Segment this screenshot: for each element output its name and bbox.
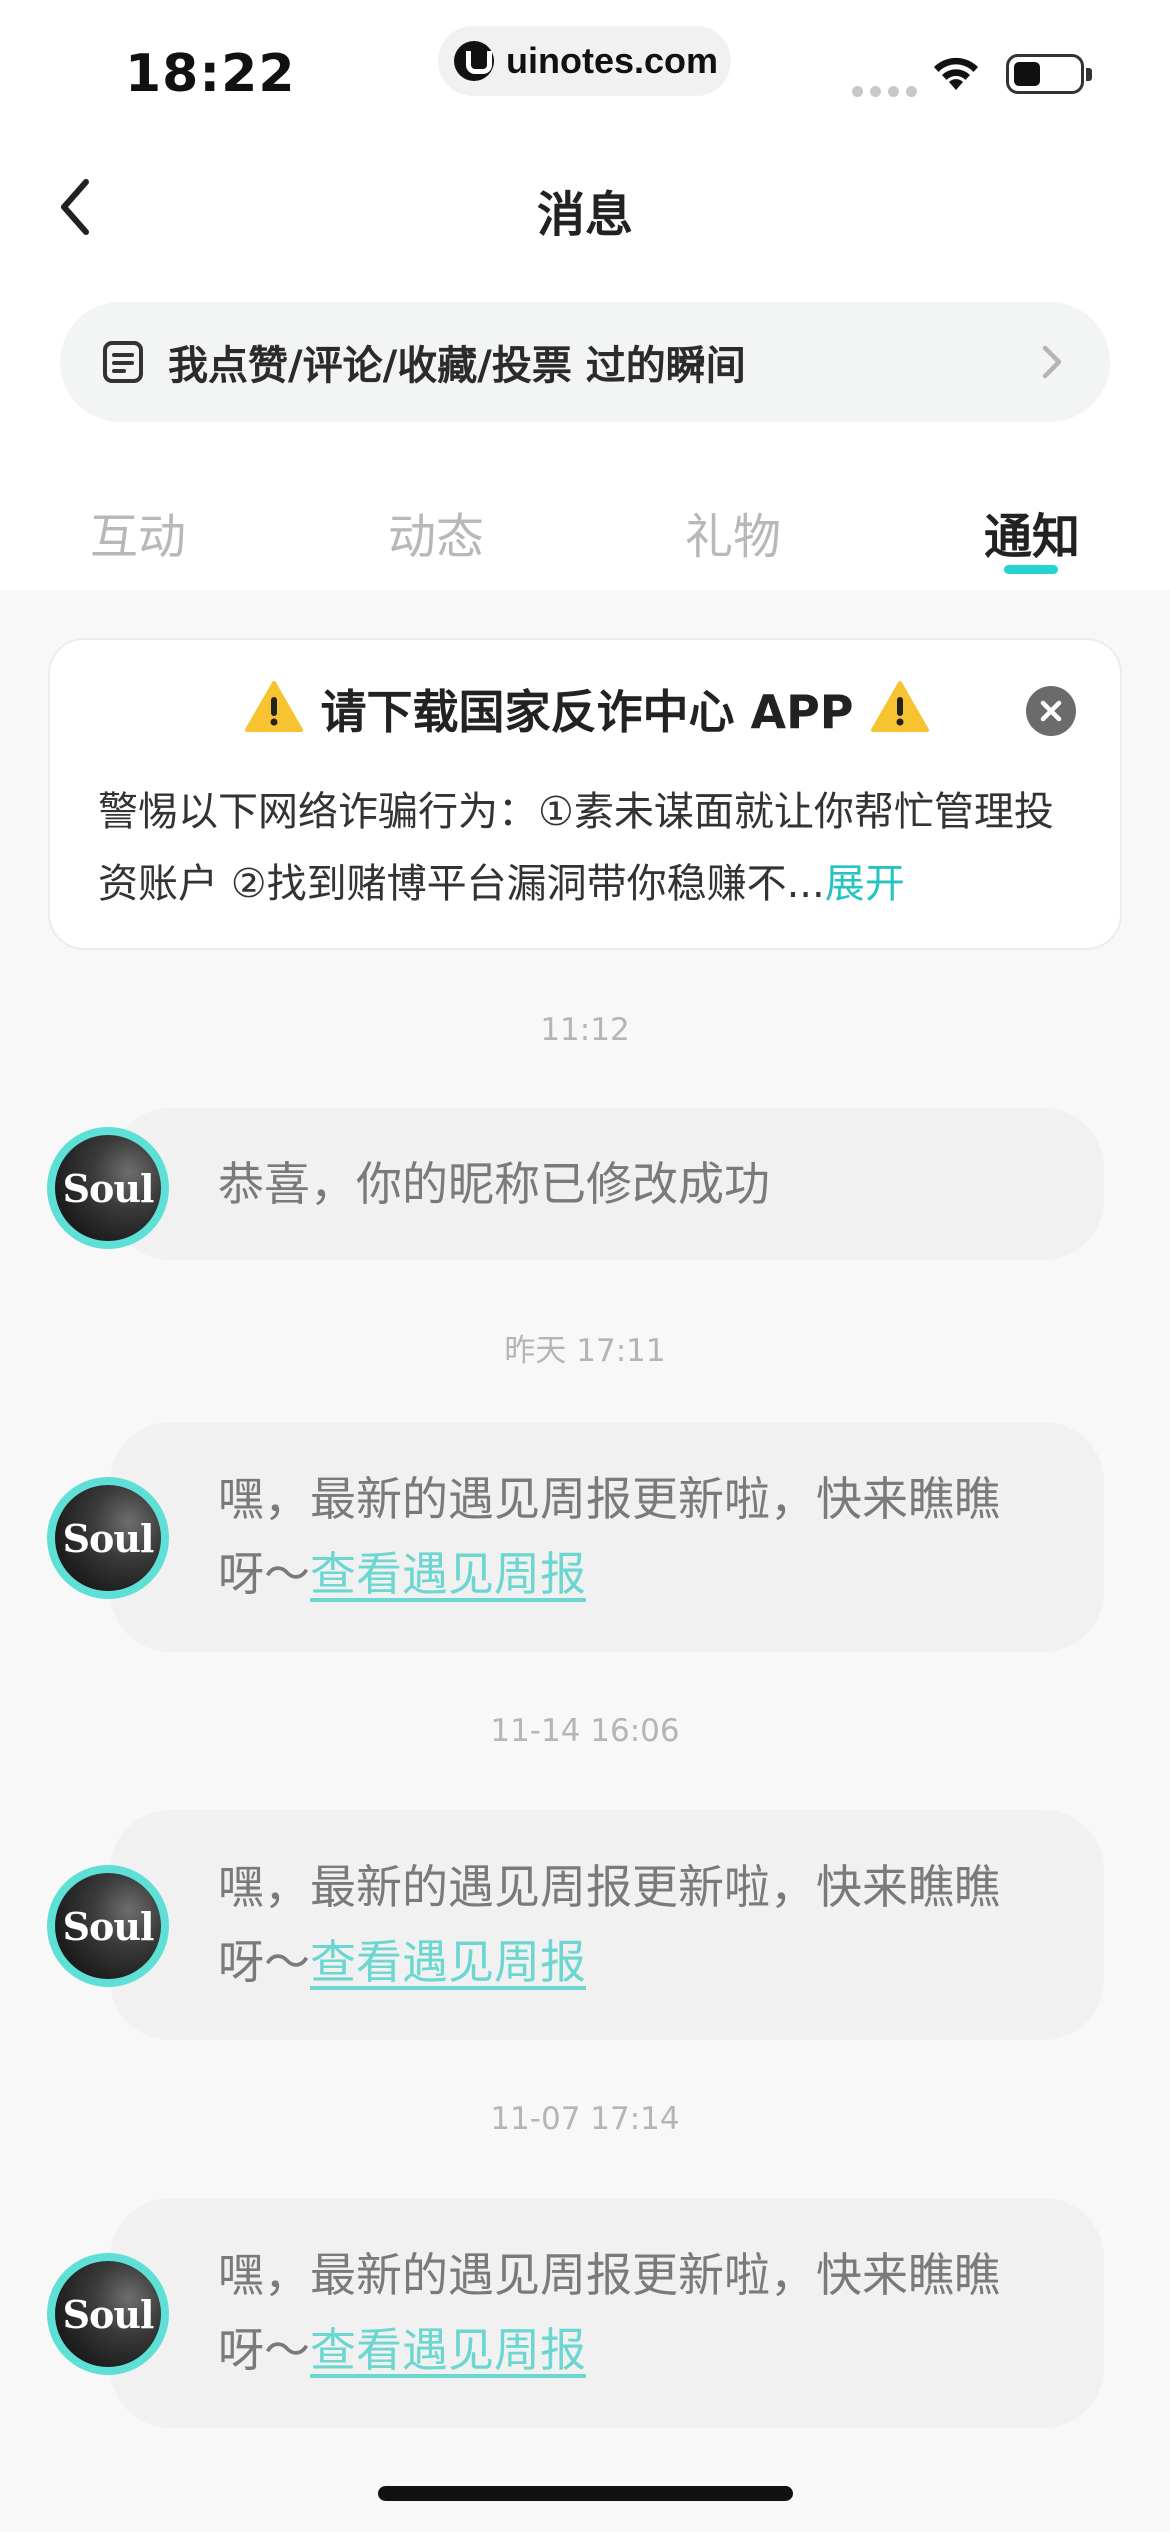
message-text: 恭喜，你的昵称已修改成功 [218,1156,770,1211]
chevron-right-icon [1042,345,1062,379]
url-pill[interactable]: uinotes.com [438,26,731,96]
page-title: 消息 [536,187,633,243]
weekly-report-link[interactable]: 查看遇见周报 [310,2323,586,2377]
message-timestamp: 11-14 16:06 [490,1713,680,1749]
message-bubble[interactable]: 嘿，最新的遇见周报更新啦，快来瞧瞧呀～查看遇见周报 [110,1422,1104,1652]
signal-dots-icon [852,86,917,97]
soul-avatar-image: Soul [55,2261,161,2367]
battery-icon [1006,54,1092,94]
document-icon [103,341,143,383]
avatar[interactable]: Soul [47,1865,169,1987]
warning-icon [245,681,304,732]
message-timestamp: 昨天 17:11 [504,1333,666,1369]
tab-notifications[interactable]: 通知 [984,497,1080,567]
tab-gifts[interactable]: 礼物 [685,497,781,567]
message-bubble[interactable]: 恭喜，你的昵称已修改成功 [110,1108,1104,1260]
message-timestamp: 11-07 17:14 [490,2101,680,2137]
message-content: 嘿，最新的遇见周报更新啦，快来瞧瞧呀～查看遇见周报 [218,1462,1004,1612]
avatar[interactable]: Soul [47,2253,169,2375]
expand-link[interactable]: 展开 [825,861,905,907]
message-timestamp: 11:12 [540,1012,630,1048]
notice-body-text: 警惕以下网络诈骗行为：①素未谋面就让你帮忙管理投资账户 ②找到赌博平台漏洞带你稳… [98,789,1054,907]
warning-icon [870,681,929,732]
avatar[interactable]: Soul [47,1127,169,1249]
active-tab-indicator [1004,565,1058,574]
anti-fraud-notice-card: 请下载国家反诈中心 APP 警惕以下网络诈骗行为：①素未谋面就让你帮忙管理投资账… [48,638,1122,950]
tab-interactions[interactable]: 互动 [90,497,186,567]
notice-title-row: 请下载国家反诈中心 APP [50,676,1124,742]
moments-banner-label: 我点赞/评论/收藏/投票 过的瞬间 [168,343,746,389]
notice-body: 警惕以下网络诈骗行为：①素未谋面就让你帮忙管理投资账户 ②找到赌博平台漏洞带你稳… [98,776,1088,920]
wifi-icon [934,57,978,90]
avatar[interactable]: Soul [47,1477,169,1599]
message-bubble[interactable]: 嘿，最新的遇见周报更新啦，快来瞧瞧呀～查看遇见周报 [110,1810,1104,2040]
liked-moments-banner[interactable]: 我点赞/评论/收藏/投票 过的瞬间 [60,302,1110,422]
soul-avatar-image: Soul [55,1135,161,1241]
soul-avatar-image: Soul [55,1873,161,1979]
site-logo-icon [454,41,494,81]
url-text: uinotes.com [506,40,719,81]
message-content: 嘿，最新的遇见周报更新啦，快来瞧瞧呀～查看遇见周报 [218,2238,1004,2388]
weekly-report-link[interactable]: 查看遇见周报 [310,1935,586,1989]
notice-title: 请下载国家反诈中心 APP [320,685,854,739]
messages-screen: 18:22 uinotes.com 消息 我点赞/评论/收藏/投票 过的瞬间 互… [0,0,1170,2532]
tab-feed[interactable]: 动态 [388,497,484,567]
weekly-report-link[interactable]: 查看遇见周报 [310,1547,586,1601]
message-content: 嘿，最新的遇见周报更新啦，快来瞧瞧呀～查看遇见周报 [218,1850,1004,2000]
soul-avatar-image: Soul [55,1485,161,1591]
close-icon[interactable] [1026,686,1076,736]
home-indicator[interactable] [378,2486,793,2501]
message-bubble[interactable]: 嘿，最新的遇见周报更新啦，快来瞧瞧呀～查看遇见周报 [110,2198,1104,2428]
status-time: 18:22 [125,44,296,104]
